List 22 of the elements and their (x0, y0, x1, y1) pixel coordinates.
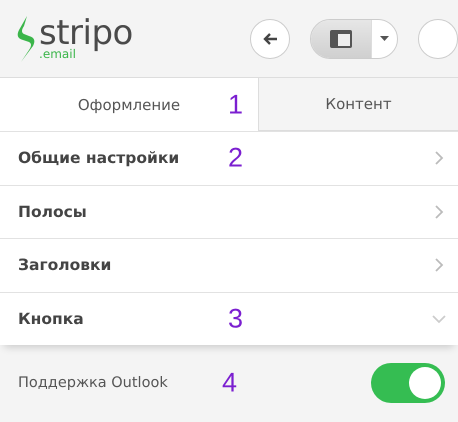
layout-icon (330, 30, 352, 48)
back-button[interactable] (250, 18, 290, 58)
tab[interactable]: Контент (258, 78, 458, 131)
section-title: Заголовки (18, 256, 112, 274)
section-header[interactable]: Заголовки (0, 238, 458, 292)
caret-icon (380, 36, 389, 41)
back-arrow-icon (262, 32, 278, 46)
section-title: Полосы (18, 202, 87, 221)
layout-button[interactable] (310, 18, 398, 58)
annotation-number: 3 (228, 305, 244, 332)
section-title: Общие настройки (18, 149, 180, 168)
section-title: Кнопка (18, 310, 84, 328)
section-header[interactable]: Полосы (0, 184, 458, 238)
annotation-number: 2 (228, 144, 244, 172)
logo-text: stripo (39, 16, 133, 50)
setting-label: Поддержка Outlook (18, 375, 168, 391)
section-header[interactable]: Кнопка 3 (0, 292, 458, 345)
annotation-number: 1 (228, 91, 244, 118)
section-header[interactable]: Общие настройки 2 (0, 131, 458, 184)
toggle-switch[interactable] (371, 363, 445, 403)
annotation-number: 4 (222, 370, 238, 396)
logo-icon (15, 16, 37, 62)
